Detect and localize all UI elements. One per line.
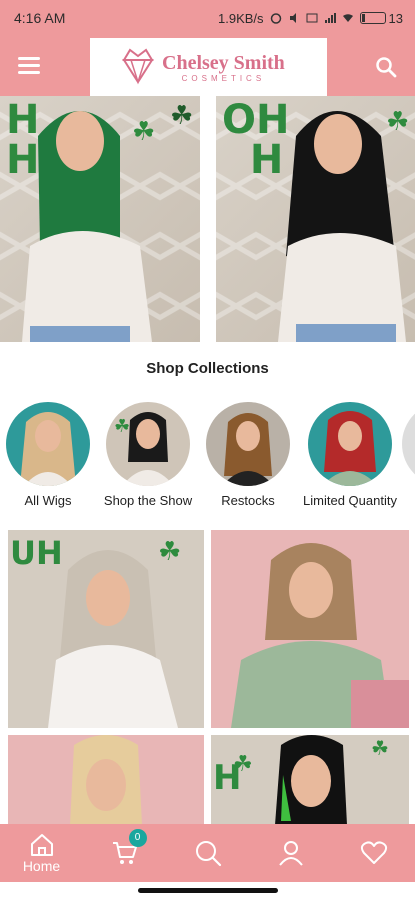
svg-text:UH: UH — [10, 534, 63, 572]
search-icon[interactable] — [375, 56, 397, 78]
app-header: Chelsey Smith COSMETICS — [0, 36, 415, 96]
collection-thumbnail — [308, 402, 392, 486]
collection-label: Shop the Show — [103, 493, 193, 508]
cart-count-badge: 0 — [128, 829, 147, 847]
system-gesture-area — [0, 882, 415, 900]
network-speed: 1.9KB/s — [218, 10, 264, 26]
hamburger-menu-icon[interactable] — [18, 57, 40, 75]
collection-label: Restocks — [221, 493, 275, 508]
product-image: H ☘ ☘ — [211, 735, 409, 825]
collection-partial[interactable] — [402, 402, 415, 486]
collection-label: All Wigs — [24, 493, 72, 508]
signal-icon — [324, 13, 336, 23]
alarm-icon — [270, 13, 281, 24]
product-tile[interactable] — [211, 530, 409, 728]
product-image: UH ☘ — [8, 530, 204, 728]
wifi-icon — [342, 14, 353, 22]
product-image — [211, 530, 409, 728]
svg-text:☘: ☘ — [233, 751, 253, 776]
gesture-bar[interactable] — [138, 888, 278, 893]
product-tile[interactable] — [8, 735, 204, 825]
crown-diamond-icon — [122, 48, 154, 85]
nav-wishlist[interactable] — [344, 824, 404, 882]
nav-home[interactable]: Home — [12, 824, 72, 882]
battery-indicator: 13 — [359, 10, 403, 26]
home-icon — [30, 833, 53, 856]
banner-carousel[interactable]: HH ☘ ☘ OH H ☘ — [0, 96, 415, 342]
collection-all-wigs[interactable]: All Wigs — [0, 402, 98, 509]
status-time: 4:16 AM — [14, 10, 66, 26]
status-bar: 4:16 AM 1.9KB/s 13 — [0, 0, 415, 36]
collection-thumbnail — [206, 402, 290, 486]
product-tile[interactable]: H ☘ ☘ — [211, 735, 409, 825]
svg-text:☘: ☘ — [371, 738, 389, 760]
nav-search[interactable] — [178, 824, 238, 882]
collection-limited-quantity[interactable]: Limited Quantity — [300, 402, 400, 509]
model-photo — [22, 111, 152, 342]
product-image — [8, 735, 204, 825]
brand-logo[interactable]: Chelsey Smith COSMETICS — [90, 38, 327, 96]
battery-level: 13 — [388, 10, 403, 26]
collection-shop-the-show[interactable]: ☘ Shop the Show — [98, 402, 198, 509]
banner-slide[interactable]: OH H ☘ — [216, 96, 415, 342]
brand-subtitle: COSMETICS — [181, 73, 266, 83]
collection-thumbnail — [402, 402, 415, 486]
nav-cart[interactable]: 0 — [95, 824, 155, 882]
bottom-nav: Home 0 — [0, 824, 415, 882]
product-tile[interactable]: UH ☘ — [8, 530, 204, 728]
collection-label: Limited Quantity — [303, 493, 397, 508]
volte-icon — [306, 13, 318, 23]
search-icon — [195, 841, 221, 867]
heart-icon — [360, 841, 387, 864]
collection-restocks[interactable]: Restocks — [198, 402, 298, 509]
battery-icon — [359, 12, 386, 24]
banner-slide[interactable]: HH ☘ ☘ — [0, 96, 200, 342]
svg-text:☘: ☘ — [114, 416, 130, 436]
brand-name: Chelsey Smith — [162, 51, 285, 74]
collection-thumbnail: ☘ — [106, 402, 190, 486]
section-title: Shop Collections — [146, 360, 269, 377]
user-icon — [278, 841, 303, 866]
nav-home-label: Home — [22, 857, 61, 874]
status-indicators: 1.9KB/s 13 — [218, 11, 403, 26]
collection-thumbnail — [6, 402, 90, 486]
model-photo — [278, 111, 406, 342]
collections-row[interactable]: All Wigs ☘ Shop the Show Restocks Limite… — [0, 402, 415, 527]
mute-icon — [289, 13, 296, 23]
nav-account[interactable] — [261, 824, 321, 882]
svg-text:☘: ☘ — [158, 536, 181, 566]
